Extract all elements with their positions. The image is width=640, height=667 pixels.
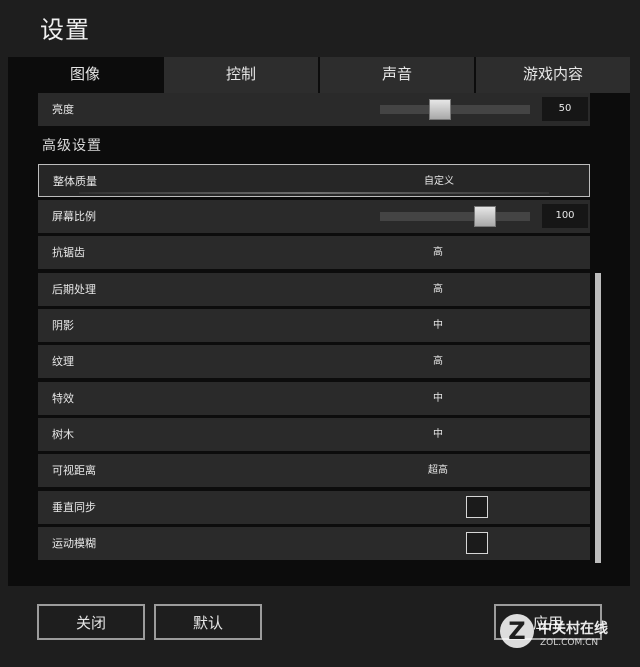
setting-value: 高: [433, 356, 443, 367]
setting-label: 垂直同步: [52, 501, 96, 514]
tab-bar: 图像 控制 声音 游戏内容: [8, 57, 630, 93]
setting-label: 后期处理: [52, 283, 96, 296]
default-button[interactable]: 默认: [154, 604, 262, 640]
setting-label: 亮度: [52, 103, 74, 116]
tab-sound[interactable]: 声音: [318, 57, 474, 93]
tab-controls[interactable]: 控制: [162, 57, 318, 93]
settings-content: 亮度 50 高级设置 整体质量 自定义 屏幕比例 100 抗锯齿 高 后期处理 …: [8, 93, 630, 586]
setting-row-trees[interactable]: 树木 中: [38, 418, 590, 451]
setting-row-brightness: 亮度 50: [38, 93, 590, 126]
screen-ratio-value-field[interactable]: 100: [542, 204, 588, 228]
slider-handle[interactable]: [429, 99, 451, 120]
motion-blur-checkbox[interactable]: [466, 532, 488, 554]
watermark-cn-text: 中关村在线: [538, 621, 608, 637]
setting-label: 纹理: [52, 355, 74, 368]
tab-graphics[interactable]: 图像: [8, 57, 162, 93]
setting-value: 超高: [428, 465, 448, 476]
screen-ratio-slider[interactable]: [380, 206, 530, 227]
close-button[interactable]: 关闭: [37, 604, 145, 640]
setting-value: 高: [433, 247, 443, 258]
setting-row-effects[interactable]: 特效 中: [38, 382, 590, 415]
setting-row-overall-quality[interactable]: 整体质量 自定义: [38, 164, 590, 197]
setting-label: 运动模糊: [52, 537, 96, 550]
brightness-slider[interactable]: [380, 99, 530, 120]
setting-label: 可视距离: [52, 464, 96, 477]
setting-row-shadows[interactable]: 阴影 中: [38, 309, 590, 342]
setting-row-anti-aliasing[interactable]: 抗锯齿 高: [38, 236, 590, 269]
setting-value: 自定义: [424, 176, 454, 187]
setting-label: 特效: [52, 392, 74, 405]
zol-logo-icon: Z: [500, 614, 534, 648]
window-title: 设置: [40, 16, 90, 44]
watermark-en-text: ZOL.COM.CN: [540, 638, 599, 648]
setting-row-motion-blur: 运动模糊: [38, 527, 590, 560]
setting-value: 中: [433, 429, 443, 440]
setting-label: 阴影: [52, 319, 74, 332]
brightness-value-field[interactable]: 50: [542, 97, 588, 121]
setting-row-view-distance[interactable]: 可视距离 超高: [38, 454, 590, 487]
setting-row-post-processing[interactable]: 后期处理 高: [38, 273, 590, 306]
setting-value: 中: [433, 393, 443, 404]
setting-label: 抗锯齿: [52, 246, 85, 259]
setting-row-textures[interactable]: 纹理 高: [38, 345, 590, 378]
setting-label: 树木: [52, 428, 74, 441]
setting-row-vsync: 垂直同步: [38, 491, 590, 524]
zol-watermark: Z 中关村在线 ZOL.COM.CN: [498, 612, 628, 658]
setting-row-screen-ratio: 屏幕比例 100: [38, 200, 590, 233]
section-title-advanced: 高级设置: [42, 138, 102, 154]
tab-game-content[interactable]: 游戏内容: [474, 57, 630, 93]
setting-value: 高: [433, 284, 443, 295]
setting-label: 屏幕比例: [52, 210, 96, 223]
vsync-checkbox[interactable]: [466, 496, 488, 518]
setting-value: 中: [433, 320, 443, 331]
scrollbar-thumb[interactable]: [595, 273, 601, 563]
slider-handle[interactable]: [474, 206, 496, 227]
setting-label: 整体质量: [53, 175, 97, 188]
